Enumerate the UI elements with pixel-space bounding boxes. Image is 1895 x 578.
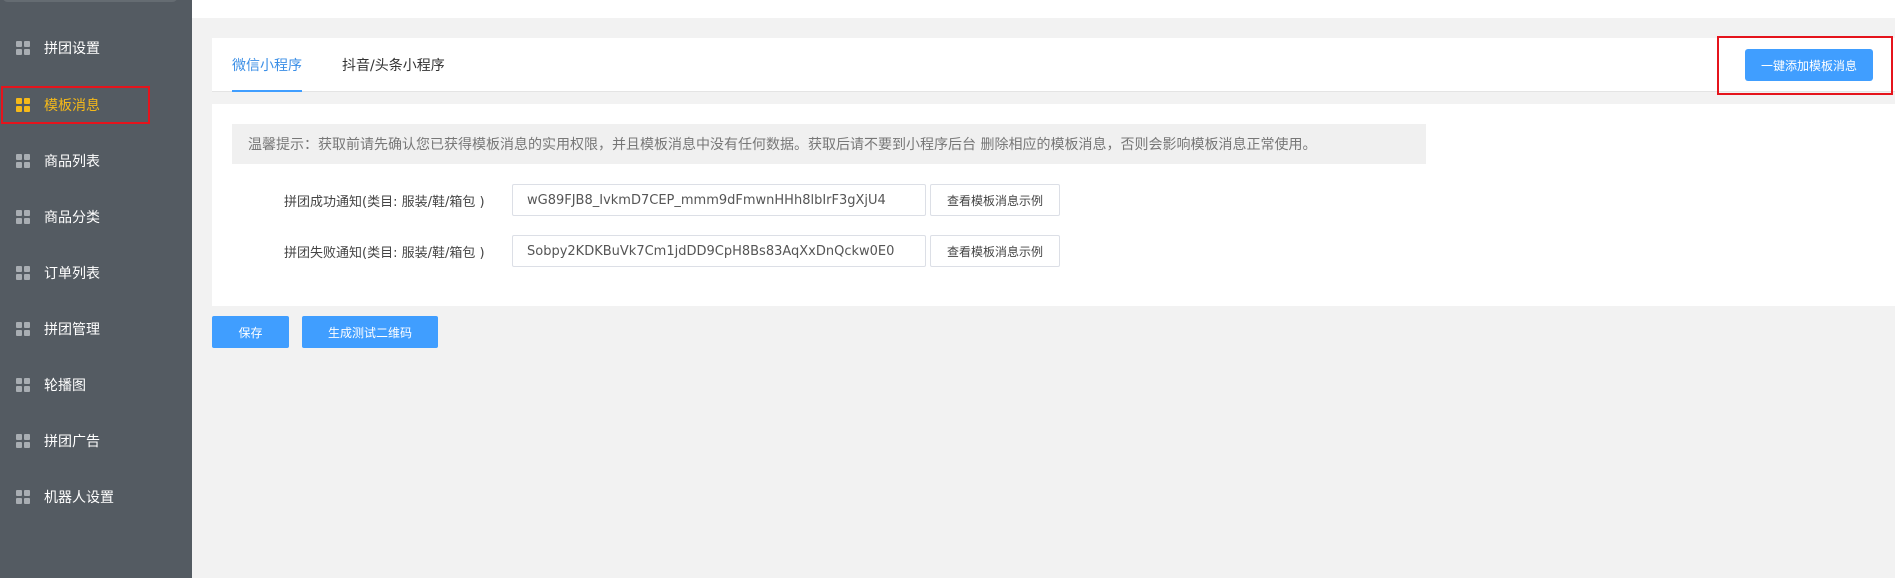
sidebar-item-label: 拼团管理: [44, 322, 100, 338]
sidebar-item-carousel[interactable]: 轮播图: [0, 365, 192, 405]
tab-label: 抖音/头条小程序: [342, 58, 445, 74]
sidebar-item-label: 机器人设置: [44, 490, 114, 506]
sidebar-item-label: 拼团设置: [44, 41, 100, 57]
sidebar-item-label: 轮播图: [44, 378, 86, 394]
tab-douyin-miniprogram[interactable]: 抖音/头条小程序: [342, 38, 445, 92]
grid-icon: [16, 41, 30, 55]
template-label: 拼团成功通知(类目: 服装/鞋/箱包 ): [284, 194, 485, 210]
sidebar-item-label: 商品分类: [44, 210, 100, 226]
sidebar-item-group-settings[interactable]: 拼团设置: [0, 28, 192, 68]
template-row-success: 拼团成功通知(类目: 服装/鞋/箱包 ) wG89FJB8_IvkmD7CEP_…: [212, 184, 1895, 216]
template-row-failure: 拼团失败通知(类目: 服装/鞋/箱包 ) Sobpy2KDKBuVk7Cm1jd…: [212, 235, 1895, 267]
tab-wechat-miniprogram[interactable]: 微信小程序: [232, 38, 302, 92]
active-tab-underline: [232, 90, 302, 92]
sidebar-item-product-list[interactable]: 商品列表: [0, 141, 192, 181]
sidebar: 拼团设置 模板消息 商品列表 商品分类 订单列表 拼团管理 轮播图 拼团广告 机…: [0, 0, 192, 578]
template-label: 拼团失败通知(类目: 服装/鞋/箱包 ): [284, 245, 485, 261]
add-template-messages-button[interactable]: 一键添加模板消息: [1745, 49, 1873, 81]
grid-icon: [16, 210, 30, 224]
view-example-button[interactable]: 查看模板消息示例: [930, 184, 1060, 216]
sidebar-item-label: 商品列表: [44, 154, 100, 170]
grid-icon: [16, 490, 30, 504]
sidebar-item-order-list[interactable]: 订单列表: [0, 253, 192, 293]
sidebar-item-robot-settings[interactable]: 机器人设置: [0, 477, 192, 517]
top-strip: [192, 0, 1895, 18]
sidebar-item-product-category[interactable]: 商品分类: [0, 197, 192, 237]
grid-icon: [16, 154, 30, 168]
tip-banner: 温馨提示：获取前请先确认您已获得模板消息的实用权限，并且模板消息中没有任何数据。…: [232, 124, 1426, 164]
tab-bar: 微信小程序 抖音/头条小程序 一键添加模板消息: [212, 36, 1895, 95]
save-button[interactable]: 保存: [212, 316, 289, 348]
sidebar-item-group-ads[interactable]: 拼团广告: [0, 421, 192, 461]
sidebar-item-label: 拼团广告: [44, 434, 100, 450]
template-settings-panel: 温馨提示：获取前请先确认您已获得模板消息的实用权限，并且模板消息中没有任何数据。…: [212, 104, 1895, 306]
grid-icon: [16, 378, 30, 392]
template-id-input[interactable]: wG89FJB8_IvkmD7CEP_mmm9dFmwnHHh8lbIrF3gX…: [512, 184, 926, 216]
sidebar-item-label: 订单列表: [44, 266, 100, 282]
generate-test-qrcode-button[interactable]: 生成测试二维码: [302, 316, 438, 348]
tab-label: 微信小程序: [232, 58, 302, 74]
grid-icon: [16, 266, 30, 280]
grid-icon: [16, 322, 30, 336]
highlight-box: [1, 86, 150, 124]
grid-icon: [16, 434, 30, 448]
view-example-button[interactable]: 查看模板消息示例: [930, 235, 1060, 267]
template-id-input[interactable]: Sobpy2KDKBuVk7Cm1jdDD9CpH8Bs83AqXxDnQckw…: [512, 235, 926, 267]
sidebar-item-group-management[interactable]: 拼团管理: [0, 309, 192, 349]
sidebar-top-stub: [2, 0, 178, 2]
